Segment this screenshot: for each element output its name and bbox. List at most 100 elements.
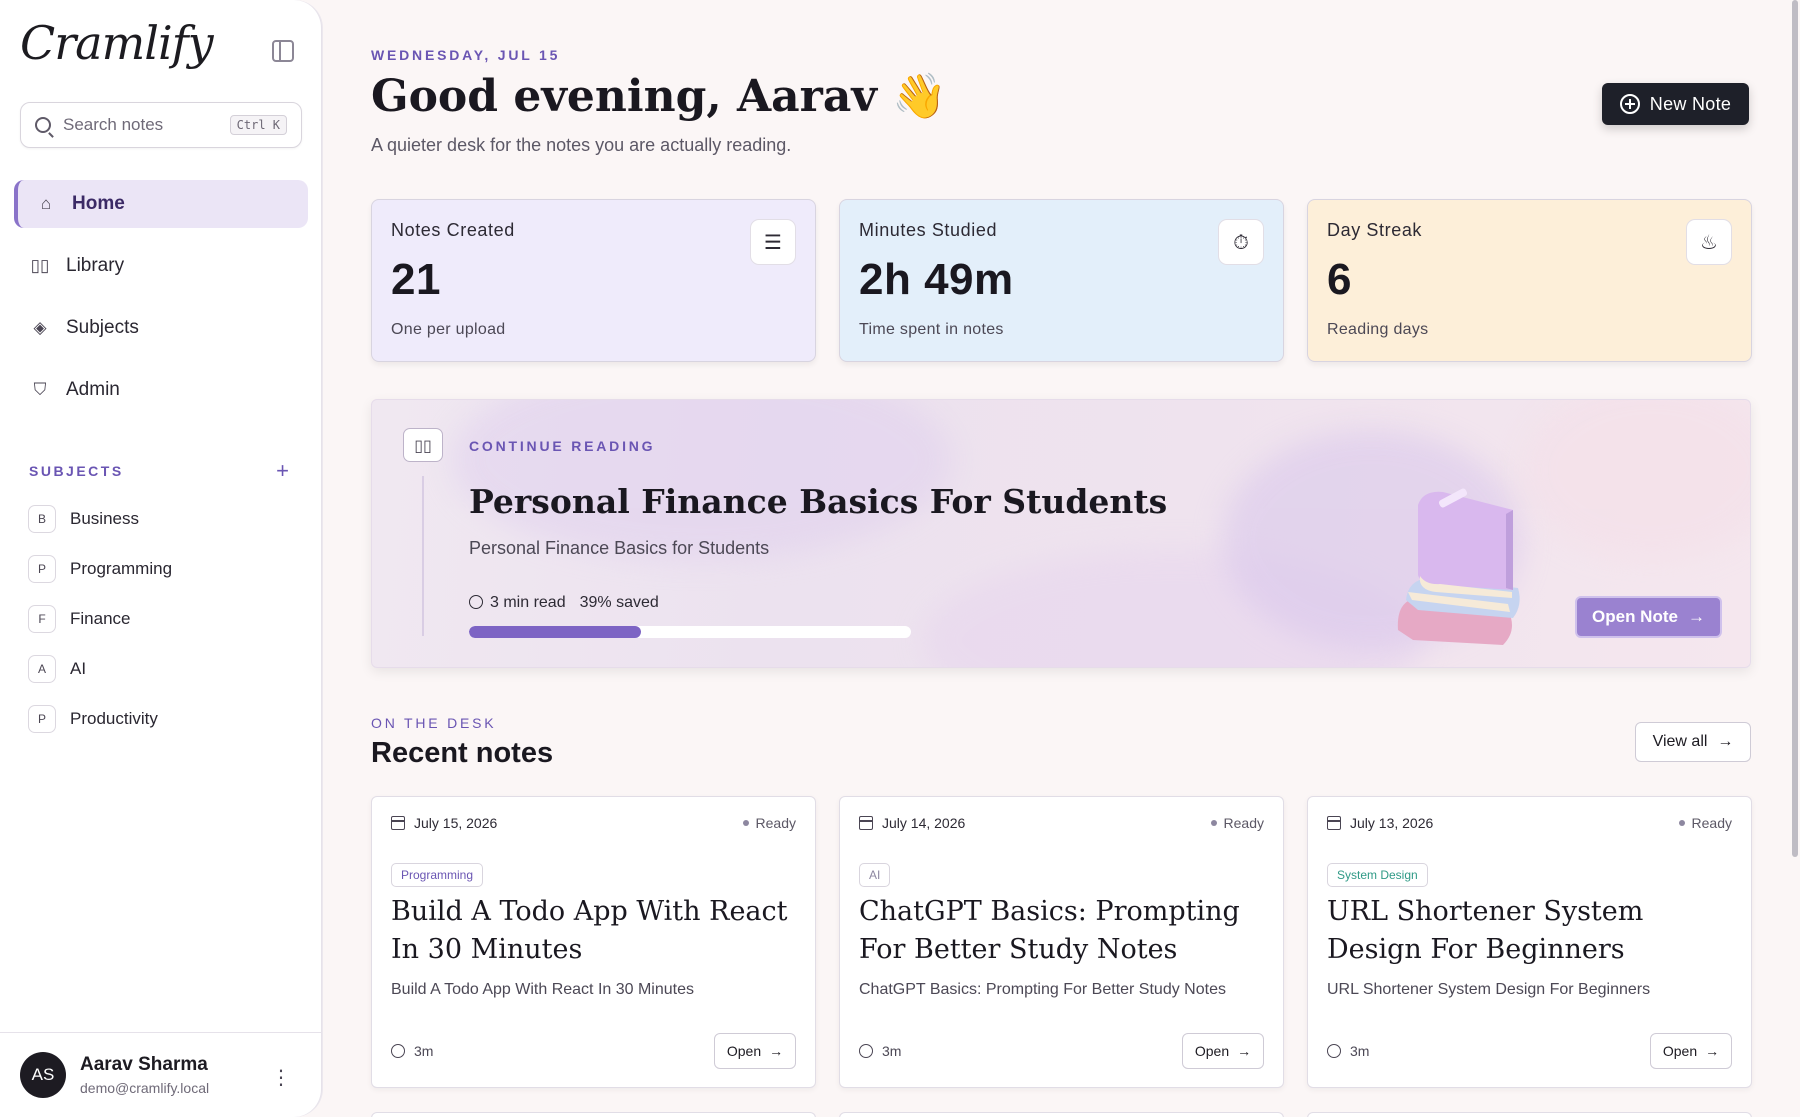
subjects-heading-label: SUBJECTS bbox=[29, 463, 124, 479]
subject-label: Productivity bbox=[70, 709, 158, 728]
continue-reading-label: CONTINUE READING bbox=[469, 438, 656, 454]
calendar-icon bbox=[1327, 816, 1341, 830]
open-label: Open bbox=[726, 1043, 762, 1059]
note-status-label: Ready bbox=[755, 815, 796, 831]
nav-item-label: Home bbox=[72, 193, 125, 214]
note-date: July 13, 2026 bbox=[1327, 815, 1433, 831]
cloud-decoration bbox=[1522, 400, 1750, 560]
clock-icon bbox=[859, 1044, 873, 1058]
note-read-time: 3m bbox=[859, 1043, 901, 1059]
subject-label: Programming bbox=[70, 559, 173, 578]
cloud-decoration bbox=[452, 400, 952, 560]
page-scrollbar[interactable] bbox=[1792, 0, 1798, 857]
nav-item-library[interactable]: ▯▯ Library bbox=[14, 242, 308, 290]
greeting-text: Good evening, Aarav bbox=[371, 71, 877, 122]
note-title: ChatGPT Basics: Prompting For Better Stu… bbox=[859, 896, 1240, 965]
book-icon: ▯▯ bbox=[30, 256, 50, 275]
subject-item-ai[interactable]: A AI bbox=[28, 652, 172, 686]
nav-item-label: Admin bbox=[66, 379, 120, 400]
sidebar: Cramlify Ctrl K ⌂ Home ▯▯ Library ◈ Subj… bbox=[0, 0, 322, 1117]
note-tag: Programming bbox=[391, 863, 484, 887]
timer-icon: ⏱ bbox=[1218, 219, 1264, 265]
note-card[interactable]: July 14, 2026 Ready AI ChatGPT Basics: P… bbox=[839, 796, 1284, 1088]
subject-item-productivity[interactable]: P Productivity bbox=[28, 702, 172, 736]
page-title: Good evening, Aarav 👋 bbox=[371, 70, 947, 122]
user-name: Aarav Sharma bbox=[80, 1054, 208, 1075]
avatar: AS bbox=[20, 1052, 66, 1098]
stat-card-minutes-studied: Minutes Studied 2h 49m Time spent in not… bbox=[839, 199, 1284, 362]
stat-note: Reading days bbox=[1327, 321, 1429, 338]
continue-reading-title: Personal Finance Basics For Students bbox=[469, 482, 1168, 521]
clock-icon bbox=[469, 595, 483, 609]
subject-item-programming[interactable]: P Programming bbox=[28, 552, 172, 586]
search-box[interactable]: Ctrl K bbox=[20, 102, 302, 148]
note-time-label: 3m bbox=[414, 1043, 434, 1059]
note-status-label: Ready bbox=[1691, 815, 1732, 831]
subject-item-business[interactable]: B Business bbox=[28, 502, 172, 536]
search-input[interactable] bbox=[63, 115, 223, 135]
calendar-icon bbox=[859, 816, 873, 830]
note-card-footer: 3m Open → bbox=[859, 1033, 1264, 1069]
read-time: 3 min read bbox=[469, 594, 566, 612]
open-button[interactable]: Open → bbox=[714, 1033, 796, 1069]
open-button[interactable]: Open → bbox=[1650, 1033, 1732, 1069]
note-card[interactable]: July 15, 2026 Ready Programming Build A … bbox=[371, 796, 816, 1088]
stat-value: 6 bbox=[1327, 255, 1352, 304]
open-button[interactable]: Open → bbox=[1182, 1033, 1264, 1069]
nav-item-subjects[interactable]: ◈ Subjects bbox=[14, 304, 308, 352]
arrow-right-icon: → bbox=[1237, 1043, 1252, 1059]
search-icon bbox=[35, 117, 51, 133]
stat-value: 2h 49m bbox=[859, 255, 1014, 304]
arrow-right-icon: → bbox=[1705, 1043, 1720, 1059]
stat-note: Time spent in notes bbox=[859, 321, 1004, 338]
subject-label: AI bbox=[70, 659, 87, 678]
note-card-footer: 3m Open → bbox=[391, 1033, 796, 1069]
note-read-time: 3m bbox=[391, 1043, 433, 1059]
status-dot bbox=[742, 820, 749, 826]
nav-item-home[interactable]: ⌂ Home bbox=[14, 180, 308, 228]
layers-icon: ◈ bbox=[33, 318, 47, 337]
stat-label: Notes Created bbox=[391, 220, 515, 240]
note-title: Build A Todo App With React In 30 Minute… bbox=[391, 896, 788, 965]
note-card-header: July 15, 2026 Ready bbox=[391, 815, 796, 831]
subject-initial-badge: F bbox=[28, 605, 56, 633]
notes-icon: ☰ bbox=[750, 219, 796, 265]
note-date-label: July 13, 2026 bbox=[1350, 815, 1434, 831]
wave-emoji: 👋 bbox=[892, 71, 948, 122]
subject-initial-badge: B bbox=[28, 505, 56, 533]
note-read-time: 3m bbox=[1327, 1043, 1369, 1059]
open-note-button[interactable]: Open Note → bbox=[1575, 596, 1722, 638]
reading-progress-fill bbox=[469, 626, 642, 638]
nav-item-admin[interactable]: ⛉ Admin bbox=[14, 366, 308, 414]
status-dot bbox=[1210, 820, 1217, 826]
add-subject-icon[interactable]: + bbox=[276, 458, 289, 484]
search-shortcut-badge: Ctrl K bbox=[229, 115, 287, 135]
note-card-header: July 13, 2026 Ready bbox=[1327, 815, 1732, 831]
note-status-label: Ready bbox=[1223, 815, 1264, 831]
sidebar-collapse-icon[interactable] bbox=[272, 40, 294, 62]
note-card-footer: 3m Open → bbox=[1327, 1033, 1732, 1069]
shield-icon: ⛉ bbox=[33, 380, 47, 399]
note-description: URL Shortener System Design For Beginner… bbox=[1327, 981, 1651, 998]
note-time-label: 3m bbox=[882, 1043, 902, 1059]
note-card-peek bbox=[839, 1112, 1284, 1117]
desk-label: ON THE DESK bbox=[371, 715, 497, 731]
view-all-label: View all bbox=[1652, 733, 1708, 750]
main-nav: ⌂ Home ▯▯ Library ◈ Subjects ⛉ Admin bbox=[14, 180, 308, 428]
more-options-icon[interactable]: ⋮ bbox=[271, 1065, 291, 1089]
open-book-icon: ▯▯ bbox=[403, 428, 443, 462]
note-description: ChatGPT Basics: Prompting For Better Stu… bbox=[859, 981, 1226, 998]
note-card-header: July 14, 2026 Ready bbox=[859, 815, 1264, 831]
subject-initial-badge: A bbox=[28, 655, 56, 683]
note-card[interactable]: July 13, 2026 Ready System Design URL Sh… bbox=[1307, 796, 1752, 1088]
user-profile[interactable]: AS Aarav Sharma demo@cramlify.local ⋮ bbox=[0, 1032, 321, 1117]
subjects-heading: SUBJECTS + bbox=[29, 458, 289, 484]
open-note-label: Open Note bbox=[1592, 607, 1678, 626]
new-note-button[interactable]: New Note bbox=[1602, 83, 1749, 125]
open-label: Open bbox=[1662, 1043, 1698, 1059]
subject-initial-badge: P bbox=[28, 555, 56, 583]
view-all-button[interactable]: View all → bbox=[1635, 722, 1751, 762]
plus-circle-icon bbox=[1619, 94, 1640, 114]
saved-percent: 39% saved bbox=[579, 594, 659, 611]
subject-item-finance[interactable]: F Finance bbox=[28, 602, 172, 636]
